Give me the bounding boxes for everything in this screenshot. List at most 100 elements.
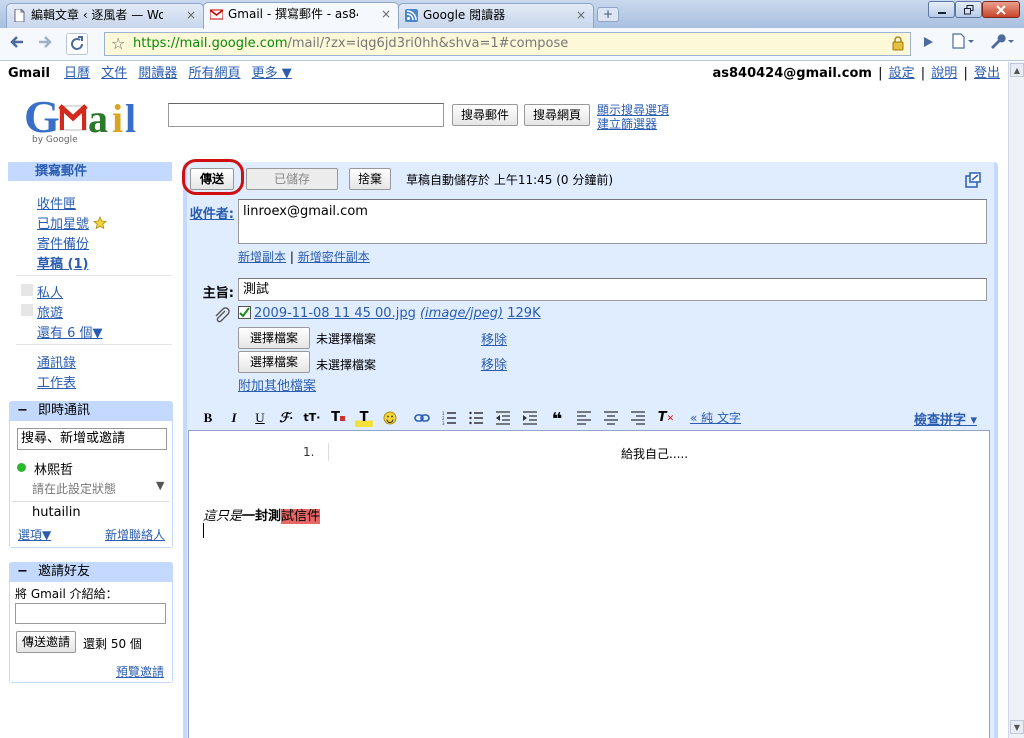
status-dropdown-icon[interactable]: ▼: [156, 479, 164, 492]
align-left-icon[interactable]: [575, 409, 593, 427]
emoticon-icon[interactable]: [381, 409, 399, 427]
wrench-menu-button[interactable]: [986, 33, 1018, 55]
browser-tab-gmail[interactable]: Gmail - 撰寫郵件 - as8404… ×: [203, 2, 399, 29]
collapse-icon[interactable]: −: [17, 403, 28, 418]
choose-file-button-2[interactable]: 選擇檔案: [238, 351, 310, 373]
address-bar[interactable]: ☆ https://mail.google.com/mail/?zx=iqg6j…: [104, 32, 911, 56]
add-bcc-link[interactable]: 新增密件副本: [298, 250, 370, 264]
align-right-icon[interactable]: [629, 409, 647, 427]
sidebar-label-travel[interactable]: 旅遊: [37, 302, 63, 321]
chat-search-input[interactable]: 搜尋、新增或邀請: [17, 428, 167, 450]
lock-icon[interactable]: [892, 35, 904, 51]
search-mail-button[interactable]: 搜尋郵件: [452, 104, 518, 126]
italic-icon[interactable]: I: [225, 409, 243, 427]
sidebar-item-sent[interactable]: 寄件備份: [37, 233, 89, 252]
browser-tab-edit-post[interactable]: 編輯文章 ‹ 逐風者 — Wo… ×: [6, 3, 204, 28]
bookmark-star-icon[interactable]: ☆: [111, 33, 125, 55]
close-icon[interactable]: ×: [381, 3, 391, 25]
to-label-link[interactable]: 收件者:: [188, 203, 234, 222]
invite-email-input[interactable]: [15, 603, 166, 624]
gmail-logo[interactable]: G a i l by Google: [24, 91, 149, 148]
forward-arrow-icon: [39, 36, 52, 48]
chat-options-link[interactable]: 選項▼: [18, 526, 51, 543]
choose-file-button-1[interactable]: 選擇檔案: [238, 327, 310, 349]
reload-button[interactable]: [66, 33, 88, 55]
sidebar-item-inbox[interactable]: 收件匣: [37, 193, 76, 212]
scroll-down-arrow-icon[interactable]: ▼: [1010, 720, 1024, 734]
restore-icon: [963, 5, 973, 15]
attachment-checkbox[interactable]: [238, 306, 251, 319]
subject-field[interactable]: 測試: [238, 278, 987, 301]
gbar-docs-link[interactable]: 文件: [101, 66, 127, 81]
online-status-icon: [17, 463, 26, 472]
chat-contact[interactable]: hutailin: [32, 505, 81, 520]
attachment-name-link[interactable]: 2009-11-08 11 45 00.jpg: [254, 306, 416, 321]
minimize-button[interactable]: [928, 1, 955, 18]
add-cc-link[interactable]: 新增副本: [238, 250, 286, 264]
remove-formatting-icon[interactable]: T✕: [657, 409, 675, 427]
preview-invite-link[interactable]: 預覽邀請: [116, 663, 164, 680]
browser-tab-google-reader[interactable]: Google 閱讀器 ×: [398, 3, 594, 28]
search-web-button[interactable]: 搜尋網頁: [524, 104, 590, 126]
font-size-icon[interactable]: tT·: [303, 409, 321, 427]
gbar-web-link[interactable]: 所有網頁: [189, 66, 241, 81]
close-icon[interactable]: ×: [576, 4, 586, 26]
back-button[interactable]: [6, 33, 28, 55]
compose-mail-link[interactable]: 撰寫郵件: [8, 162, 172, 181]
sidebar-label-private[interactable]: 私人: [37, 282, 63, 301]
chat-panel-header[interactable]: − 即時通訊: [9, 401, 173, 421]
sign-out-link[interactable]: 登出: [974, 66, 1000, 81]
font-icon[interactable]: ℱ·: [277, 409, 295, 427]
go-button[interactable]: [917, 33, 939, 55]
label-color-swatch[interactable]: [21, 284, 33, 296]
link-icon[interactable]: [413, 409, 431, 427]
message-body-editor[interactable]: 1. 給我自己..... 這只是一封測試信件: [188, 430, 990, 738]
attach-more-link[interactable]: 附加其他檔案: [238, 375, 316, 394]
close-window-button[interactable]: [982, 1, 1020, 18]
sidebar-item-tasks[interactable]: 工作表: [37, 372, 76, 391]
indent-icon[interactable]: [521, 409, 539, 427]
divider: [16, 275, 172, 276]
help-link[interactable]: 說明: [931, 66, 957, 81]
label-color-swatch[interactable]: [21, 304, 33, 316]
add-contact-link[interactable]: 新增聯絡人: [105, 526, 165, 543]
chat-status-message[interactable]: 請在此設定狀態: [32, 480, 116, 497]
remove-link-2[interactable]: 移除: [481, 354, 507, 373]
bulleted-list-icon[interactable]: [467, 409, 485, 427]
to-field[interactable]: linroex@gmail.com: [238, 199, 987, 244]
numbered-list-icon[interactable]: 123: [440, 409, 458, 427]
settings-link[interactable]: 設定: [889, 66, 915, 81]
invite-panel-header[interactable]: − 邀請好友: [9, 562, 173, 582]
maximize-button[interactable]: [955, 1, 982, 18]
outdent-icon[interactable]: [494, 409, 512, 427]
text-color-icon[interactable]: T: [329, 409, 347, 427]
create-filter-link[interactable]: 建立篩選器: [597, 115, 657, 132]
align-center-icon[interactable]: [602, 409, 620, 427]
sidebar-more-labels[interactable]: 還有 6 個▼: [37, 322, 103, 341]
sidebar-item-contacts[interactable]: 通訊錄: [37, 352, 76, 371]
remove-link-1[interactable]: 移除: [481, 329, 507, 348]
close-icon[interactable]: ×: [186, 4, 196, 26]
spellcheck-link[interactable]: 檢查拼字 ▾: [914, 409, 977, 428]
gbar-more-link[interactable]: 更多 ▼: [252, 66, 292, 81]
page-scrollbar[interactable]: ▲ ▼: [1008, 62, 1024, 738]
sidebar-item-starred[interactable]: 已加星號: [37, 213, 108, 232]
popout-button[interactable]: [965, 172, 981, 191]
scroll-up-arrow-icon[interactable]: ▲: [1010, 63, 1024, 77]
gbar-calendar-link[interactable]: 日曆: [64, 66, 90, 81]
forward-button[interactable]: [34, 33, 56, 55]
plain-text-link[interactable]: « 純 文字: [690, 409, 741, 426]
invite-prompt: 將 Gmail 介紹給：: [15, 587, 118, 601]
underline-icon[interactable]: U: [251, 409, 269, 427]
bold-icon[interactable]: B: [199, 409, 217, 427]
send-invite-button[interactable]: 傳送邀請: [16, 631, 76, 653]
highlight-color-icon[interactable]: T: [355, 409, 373, 427]
blockquote-icon[interactable]: ❝: [548, 409, 566, 430]
gbar-reader-link[interactable]: 閱讀器: [138, 66, 177, 81]
new-tab-button[interactable]: +: [597, 7, 619, 22]
discard-button[interactable]: 捨棄: [349, 168, 391, 190]
search-input[interactable]: [168, 103, 444, 127]
sidebar-item-drafts[interactable]: 草稿 (1): [37, 253, 88, 272]
collapse-icon[interactable]: −: [17, 564, 28, 579]
page-menu-button[interactable]: [948, 33, 978, 55]
